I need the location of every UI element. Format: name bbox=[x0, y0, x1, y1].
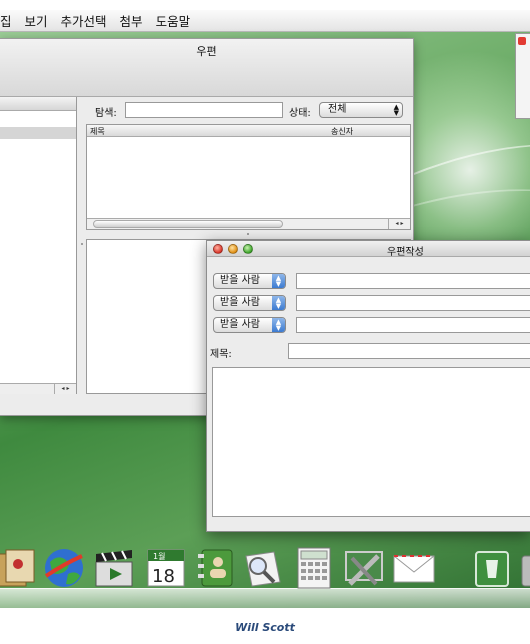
recipient-row: 받을 사람 ▲ ▼ bbox=[213, 295, 530, 311]
scroll-thumb[interactable] bbox=[93, 220, 283, 228]
subject-label: 제목: bbox=[210, 349, 232, 360]
zoom-button[interactable] bbox=[243, 244, 253, 254]
calendar-day: 18 bbox=[152, 566, 175, 587]
menu-item-home[interactable]: 집 bbox=[0, 11, 12, 30]
desktop: 집 보기 추가선택 첨부 도움말 우편 ◂ ▸ 탐색: 상태: 전체 ▲ ▼ 제… bbox=[0, 10, 530, 608]
message-list-header: 제목 송신자 bbox=[87, 125, 410, 137]
recipient-row: 받을 사람 ▲ ▼ bbox=[213, 317, 530, 333]
video-clapper-icon[interactable] bbox=[92, 546, 136, 590]
photos-icon[interactable] bbox=[0, 546, 38, 590]
dock-shelf bbox=[0, 588, 530, 608]
recipient-field[interactable] bbox=[296, 273, 530, 289]
search-row: 탐색: 상태: 전체 ▲ ▼ bbox=[95, 102, 410, 119]
search-input[interactable] bbox=[125, 102, 283, 118]
stepper-arrows-icon: ▲ ▼ bbox=[272, 296, 285, 310]
background-window-edge bbox=[515, 33, 530, 119]
dock: 1월 18 bbox=[0, 540, 530, 608]
mailbox-scrollbar[interactable]: ◂ ▸ bbox=[0, 383, 76, 394]
search-label: 탐색: bbox=[95, 108, 117, 119]
scroll-arrows-icon[interactable]: ◂ ▸ bbox=[388, 219, 410, 229]
calendar-icon[interactable]: 1월 18 bbox=[144, 546, 188, 590]
horizontal-splitter[interactable] bbox=[86, 230, 411, 238]
calculator-icon[interactable] bbox=[292, 546, 336, 590]
compose-title: 우편작성 bbox=[387, 247, 424, 258]
preview-icon[interactable] bbox=[240, 546, 284, 590]
calendar-month: 1월 bbox=[153, 551, 165, 561]
recipient-type-select[interactable]: 받을 사람 ▲ ▼ bbox=[213, 317, 286, 333]
menu-item-help[interactable]: 도움말 bbox=[156, 11, 191, 30]
recipient-row: 받을 사람 ▲ ▼ bbox=[213, 273, 530, 289]
status-select[interactable]: 전체 ▲ ▼ bbox=[319, 102, 403, 118]
system-tools-icon[interactable] bbox=[342, 546, 386, 590]
splitter-grip bbox=[247, 233, 249, 235]
close-button[interactable] bbox=[213, 244, 223, 254]
recipient-field[interactable] bbox=[296, 317, 530, 333]
recipient-type-select[interactable]: 받을 사람 ▲ ▼ bbox=[213, 295, 286, 311]
status-select-value: 전체 bbox=[328, 104, 347, 115]
mail-envelope-icon[interactable] bbox=[392, 546, 436, 590]
menu-item-view[interactable]: 보기 bbox=[25, 11, 48, 30]
trash-icon[interactable] bbox=[470, 546, 514, 590]
scroll-arrows-icon[interactable]: ◂ ▸ bbox=[54, 384, 76, 394]
status-label: 상태: bbox=[289, 108, 311, 119]
stepper-arrows-icon: ▲ ▼ bbox=[272, 274, 285, 288]
mailbox-selected-row[interactable] bbox=[0, 127, 76, 139]
recipient-field[interactable] bbox=[296, 295, 530, 311]
compose-titlebar[interactable]: 우편작성 bbox=[207, 241, 530, 258]
splitter-grip bbox=[81, 243, 83, 245]
compose-window: 우편작성 받을 사람 ▲ ▼ 받을 사람 ▲ ▼ 받을 사람 ▲ ▼ 제목: bbox=[206, 240, 530, 532]
stepper-arrows-icon: ▲ ▼ bbox=[393, 103, 399, 117]
menu-item-options[interactable]: 추가선택 bbox=[61, 11, 107, 30]
mail-window-title: 우편 bbox=[196, 45, 217, 58]
stepper-arrows-icon: ▲ ▼ bbox=[272, 318, 285, 332]
menu-item-attachment[interactable]: 첨부 bbox=[120, 11, 143, 30]
minimize-button[interactable] bbox=[228, 244, 238, 254]
address-book-icon[interactable] bbox=[194, 546, 238, 590]
recipient-type-value: 받을 사람 bbox=[220, 275, 260, 286]
subject-field[interactable] bbox=[288, 343, 530, 359]
browser-globe-icon[interactable] bbox=[42, 546, 86, 590]
recipient-type-value: 받을 사람 bbox=[220, 319, 260, 330]
column-sender[interactable]: 송신자 bbox=[331, 126, 353, 137]
recipient-type-value: 받을 사람 bbox=[220, 297, 260, 308]
mail-window-titlebar[interactable]: 우편 bbox=[0, 39, 413, 97]
message-list-scrollbar[interactable]: ◂ ▸ bbox=[87, 218, 410, 229]
mailbox-list[interactable]: ◂ ▸ bbox=[0, 97, 77, 394]
mailbox-list-header bbox=[0, 97, 76, 111]
close-icon[interactable] bbox=[518, 37, 526, 45]
trash-can-icon[interactable] bbox=[518, 546, 530, 590]
column-subject[interactable]: 제목 bbox=[90, 126, 105, 137]
message-list[interactable]: 제목 송신자 ◂ ▸ bbox=[86, 124, 411, 230]
message-body[interactable] bbox=[212, 367, 530, 517]
menu-bar: 집 보기 추가선택 첨부 도움말 bbox=[0, 10, 530, 32]
recipient-type-select[interactable]: 받을 사람 ▲ ▼ bbox=[213, 273, 286, 289]
photo-credit: Will Scott bbox=[235, 621, 295, 634]
vertical-splitter[interactable] bbox=[78, 97, 86, 394]
subject-row: 제목: bbox=[210, 343, 530, 360]
